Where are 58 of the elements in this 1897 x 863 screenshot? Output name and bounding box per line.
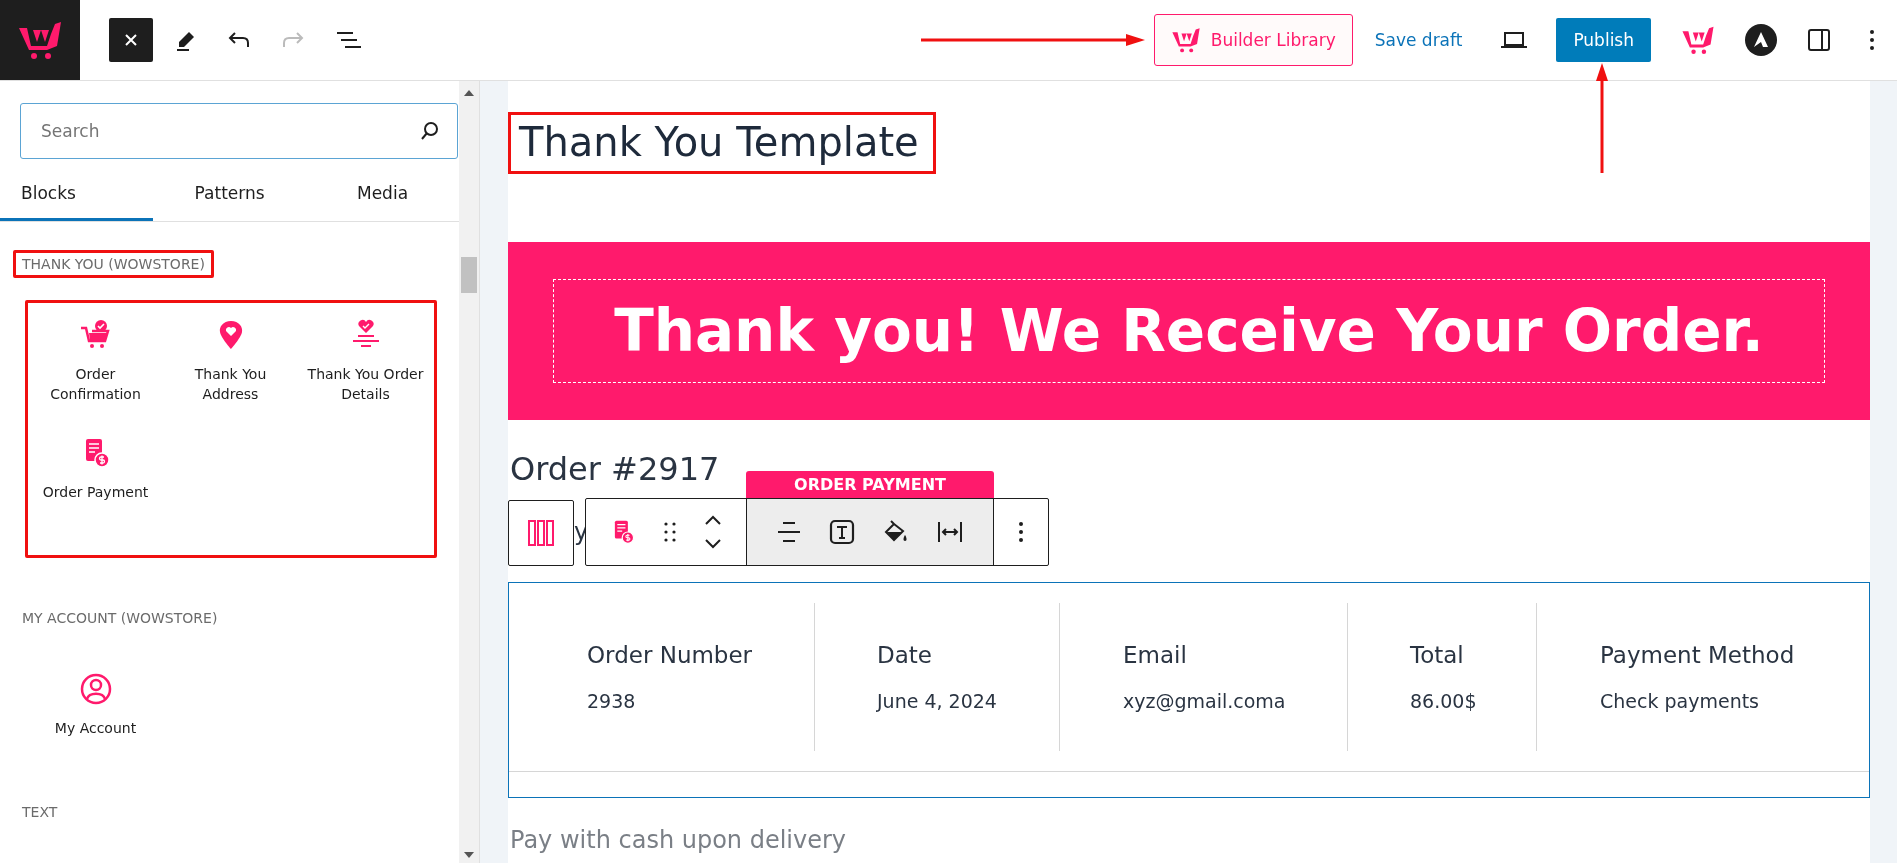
cart-logo-icon[interactable] [1681,25,1715,55]
undo-icon[interactable] [227,30,251,50]
text-format-icon[interactable] [829,519,855,545]
builder-library-button[interactable]: Builder Library [1153,14,1353,66]
columns-button[interactable] [508,500,574,566]
search-field[interactable]: Search [20,103,458,159]
list-view-icon[interactable] [335,30,361,50]
columns-icon [528,520,554,546]
logo-tile[interactable] [0,0,80,80]
page-title: Thank You Template [508,112,936,174]
table-cell-text: 86.00$ [1410,690,1478,712]
more-options-icon[interactable] [1869,29,1875,51]
sidebar-toggle-icon[interactable] [1807,28,1831,52]
cart-logo-icon [17,20,63,60]
section-heading: THANK YOU (WOWSTORE) [13,250,214,278]
order-heading: Order #2917 [510,450,720,488]
section-heading: TEXT [21,803,59,822]
move-up-down-icon[interactable] [704,515,722,549]
width-icon[interactable] [937,521,963,543]
letter-mark-icon[interactable] [1745,24,1777,56]
table-header: Total [1410,642,1465,668]
block-item[interactable]: Order Payment [28,433,163,551]
block-item[interactable]: Thank You Order Details [298,315,433,433]
table-cell-text: xyz@gmail.coma [1123,690,1287,712]
banner-heading: Thank you! We Receive Your Order. [553,279,1825,383]
sidebar-tab[interactable]: Patterns [153,167,307,221]
payment-note: Pay with cash upon delivery [510,826,848,854]
section-heading: MY ACCOUNT (WOWSTORE) [21,609,219,628]
save-draft-button[interactable]: Save draft [1366,22,1471,58]
scrollbar-thumb[interactable] [461,257,477,293]
block-item[interactable]: My Account [28,669,163,787]
table-header: Payment Method [1600,642,1796,668]
table-cell-text: 2938 [587,690,637,712]
close-icon [124,33,138,47]
publish-button[interactable]: Publish [1556,18,1651,62]
table-header: Date [877,642,933,668]
scroll-down-icon[interactable] [464,851,474,859]
block-item[interactable]: Thank You Address [163,315,298,433]
table-cell-text: Check payments [1600,690,1761,712]
block-item[interactable]: Order Confirmation [28,315,163,433]
table-cell-text: June 4, 2024 [877,690,998,712]
drag-handle-icon[interactable] [664,522,676,542]
cart-logo-icon [1170,27,1201,53]
block-type-label: ORDER PAYMENT [746,471,994,498]
cart-check-icon [79,319,112,351]
align-center-icon[interactable] [777,521,801,543]
table-header: Order Number [587,642,754,668]
sidebar-tab[interactable]: Blocks [0,167,154,221]
laptop-icon[interactable] [1500,30,1529,50]
search-icon [420,121,440,141]
more-options-icon[interactable] [1018,521,1024,543]
pen-icon[interactable] [175,29,197,51]
user-circle-icon [79,673,112,705]
scroll-up-icon[interactable] [464,89,474,97]
sidebar-tab[interactable]: Media [306,167,459,221]
table-header: Email [1123,642,1188,668]
close-button[interactable] [109,18,153,62]
scrollbar[interactable] [459,81,479,863]
